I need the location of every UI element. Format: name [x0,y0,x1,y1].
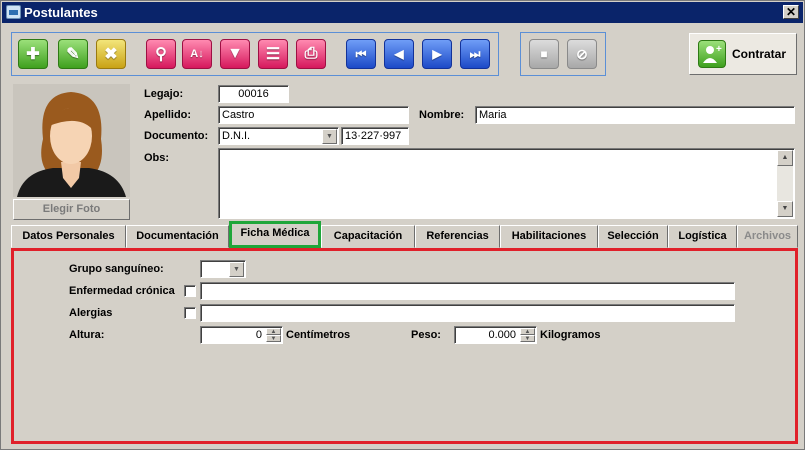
tab-capacitacion[interactable]: Capacitación [321,225,415,248]
filter-button[interactable]: ▼ [220,39,250,69]
contratar-label: Contratar [732,47,787,61]
previous-record-button[interactable]: ◀ [384,39,414,69]
legajo-field[interactable]: 00016 [218,85,289,103]
grupo-sanguineo-select[interactable]: ▼ [200,260,246,278]
funnel-icon: ▼ [227,45,243,62]
tab-referencias[interactable]: Referencias [415,225,500,248]
clipboard-icon: ☰ [265,46,281,63]
obs-label: Obs: [144,152,170,164]
search-button[interactable]: ⚲ [146,39,176,69]
alergias-checkbox[interactable] [184,307,196,319]
last-icon: ⏭ [469,46,481,61]
peso-label: Peso: [411,329,441,341]
apellido-field[interactable]: Castro [218,106,409,124]
peso-value: 0.000 [488,329,516,341]
chevron-down-icon[interactable]: ▼ [229,262,244,277]
chevron-down-icon[interactable]: ▼ [322,129,337,144]
tab-logistica[interactable]: Logística [668,225,737,248]
spin-up-icon[interactable]: ▲ [520,328,535,335]
enfermedad-cronica-field[interactable] [200,282,735,300]
legajo-label: Legajo: [144,88,184,100]
delete-button[interactable]: ✖ [96,39,126,69]
apellido-label: Apellido: [144,109,192,121]
close-button[interactable]: ✕ [783,5,799,19]
last-record-button[interactable]: ⏭ [460,39,490,69]
enfermedad-cronica-label: Enfermedad crónica [69,285,175,297]
nombre-label: Nombre: [419,109,465,121]
altura-value: 0 [255,329,262,341]
edit-button[interactable]: ✎ [58,39,88,69]
report-button[interactable]: ☰ [258,39,288,69]
postulantes-window: Postulantes ✕ ✚ ✎ ✖ ⚲ A↓ ▼ ☰ ⎙ ⏮ ◀ ▶ ⏭ ■… [0,0,805,450]
tab-archivos: Archivos [737,225,798,248]
app-icon [6,5,21,19]
alergias-field[interactable] [200,304,735,322]
print-button[interactable]: ⎙ [296,39,326,69]
spin-down-icon[interactable]: ▼ [266,335,281,342]
add-button[interactable]: ✚ [18,39,48,69]
documento-type-select[interactable]: D.N.I. ▼ [218,127,339,145]
cancel-button[interactable]: ⊘ [567,39,597,69]
previous-icon: ◀ [394,47,404,61]
pencil-icon: ✎ [66,46,80,63]
next-record-button[interactable]: ▶ [422,39,452,69]
altura-stepper[interactable]: 0 ▲ ▼ [200,326,283,344]
magnifier-icon: ⚲ [155,46,167,63]
applicant-photo [13,84,130,197]
scroll-down-icon[interactable]: ▼ [777,201,793,217]
contratar-button[interactable]: + Contratar [689,33,797,75]
first-icon: ⏮ [355,46,367,61]
altura-unit: Centímetros [286,329,351,341]
save-icon: ■ [540,47,548,61]
title-bar: Postulantes ✕ [2,2,803,23]
first-record-button[interactable]: ⏮ [346,39,376,69]
tab-datos-personales[interactable]: Datos Personales [11,225,126,248]
delete-document-icon: ✖ [104,46,118,63]
peso-stepper[interactable]: 0.000 ▲ ▼ [454,326,537,344]
save-button[interactable]: ■ [529,39,559,69]
add-user-icon: + [698,40,726,68]
female-avatar-icon [17,92,126,197]
sort-az-icon: A↓ [190,48,204,60]
sort-button[interactable]: A↓ [182,39,212,69]
elegir-foto-button[interactable]: Elegir Foto [13,199,130,220]
obs-textarea[interactable]: ▲ ▼ [218,148,795,219]
tab-seleccion[interactable]: Selección [598,225,668,248]
altura-label: Altura: [69,329,105,341]
spin-down-icon[interactable]: ▼ [520,335,535,342]
spin-up-icon[interactable]: ▲ [266,328,281,335]
svg-text:+: + [716,44,722,55]
main-toolbar: ✚ ✎ ✖ ⚲ A↓ ▼ ☰ ⎙ ⏮ ◀ ▶ ⏭ [11,32,499,76]
scroll-up-icon[interactable]: ▲ [777,150,793,166]
next-icon: ▶ [432,47,442,61]
plus-icon: ✚ [26,46,40,63]
printer-icon: ⎙ [304,45,318,62]
tab-ficha-medica[interactable]: Ficha Médica [229,221,321,248]
tab-habilitaciones[interactable]: Habilitaciones [500,225,598,248]
ficha-medica-panel [11,248,798,444]
documento-number-field[interactable]: 13·227·997 [341,127,409,145]
altura-spin-buttons[interactable]: ▲ ▼ [266,328,281,342]
tab-documentacion[interactable]: Documentación [126,225,229,248]
alergias-label: Alergias [69,307,113,319]
peso-unit: Kilogramos [540,329,601,341]
enfermedad-cronica-checkbox[interactable] [184,285,196,297]
documento-label: Documento: [144,130,209,142]
obs-scrollbar[interactable]: ▲ ▼ [777,150,793,217]
grupo-sanguineo-label: Grupo sanguíneo: [69,263,164,275]
cancel-icon: ⊘ [576,45,588,62]
window-title: Postulantes [24,5,98,20]
nombre-field[interactable]: Maria [475,106,795,124]
documento-type-value: D.N.I. [222,130,251,142]
peso-spin-buttons[interactable]: ▲ ▼ [520,328,535,342]
secondary-toolbar: ■ ⊘ [520,32,606,76]
